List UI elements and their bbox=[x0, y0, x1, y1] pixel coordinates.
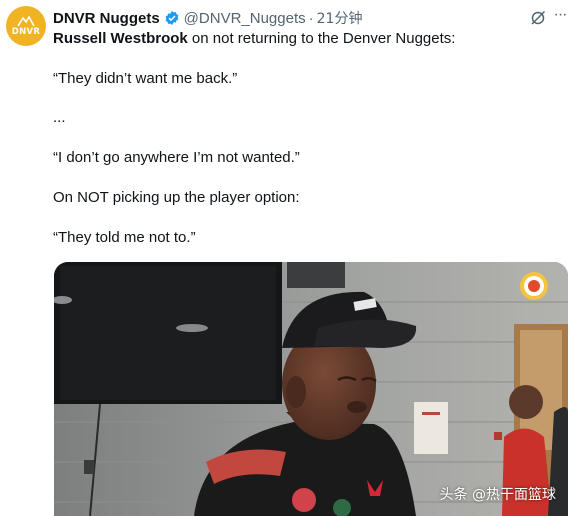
mention-link[interactable]: Russell Westbrook bbox=[53, 30, 188, 47]
timestamp[interactable]: 21分钟 bbox=[317, 8, 363, 28]
tweet-ellipsis: ... bbox=[53, 109, 66, 126]
grok-icon[interactable] bbox=[530, 10, 546, 26]
handle[interactable]: @DNVR_Nuggets bbox=[184, 10, 306, 27]
more-icon[interactable]: ··· bbox=[552, 6, 568, 24]
tweet-line-1: Russell Westbrook on not returning to th… bbox=[53, 29, 563, 49]
avatar[interactable]: DNVR bbox=[6, 6, 46, 46]
separator-dot: · bbox=[308, 9, 314, 27]
watermark: 头条 @热干面篮球 bbox=[439, 487, 556, 503]
avatar-text: DNVR bbox=[11, 27, 41, 38]
tweet-media-photo[interactable]: 头条 @热干面篮球 bbox=[54, 262, 568, 516]
press-conference-photo bbox=[54, 262, 568, 516]
tweet-quote-3: “They told me not to.” bbox=[53, 229, 196, 246]
tweet-quote-2: “I don’t go anywhere I’m not wanted.” bbox=[53, 149, 300, 166]
tweet-context-2: On NOT picking up the player option: bbox=[53, 189, 300, 206]
display-name[interactable]: DNVR Nuggets bbox=[53, 10, 160, 27]
mountain-logo-icon bbox=[17, 15, 35, 27]
verified-badge-icon bbox=[165, 11, 179, 25]
tweet-line-1-text: on not returning to the Denver Nuggets: bbox=[187, 30, 456, 47]
tweet-header: DNVR Nuggets @DNVR_Nuggets · 21分钟 bbox=[53, 7, 564, 29]
tweet-quote-1: “They didn’t want me back.” bbox=[53, 70, 238, 87]
